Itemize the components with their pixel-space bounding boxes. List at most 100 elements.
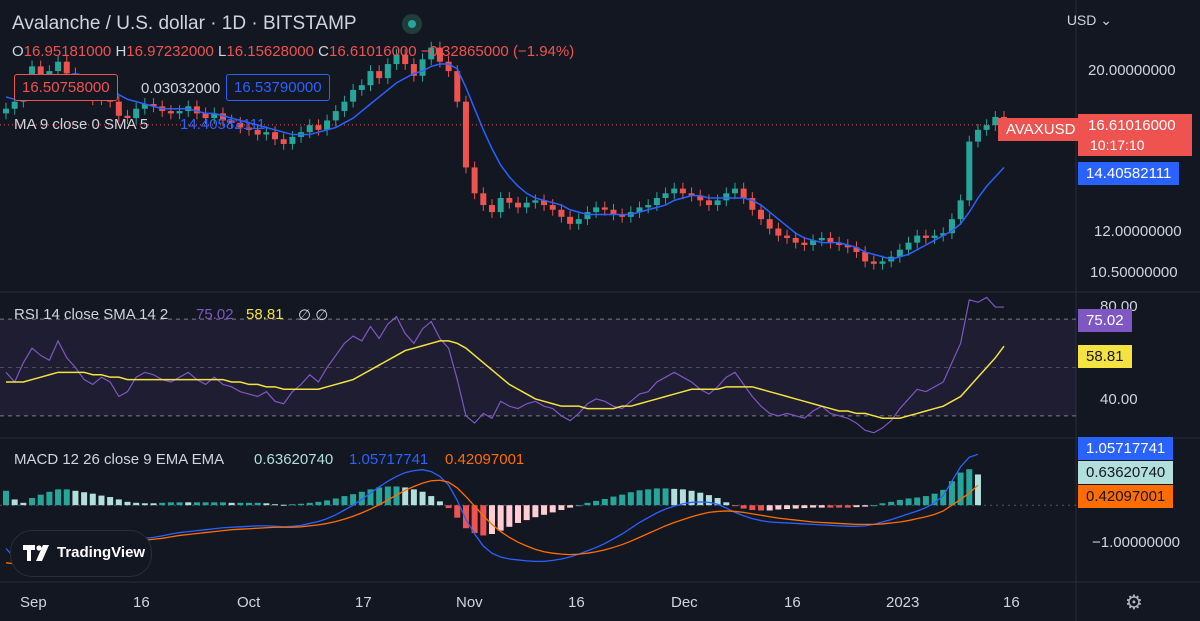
spread-value: 0.03032000 [141,80,221,97]
macd-histogram-bar [428,496,435,506]
ma-indicator-label[interactable]: MA 9 close 0 SMA 5 [14,116,148,133]
macd-indicator-label[interactable]: MACD 12 26 close 9 EMA EMA [14,451,224,468]
chart-stage[interactable]: Avalanche / U.S. dollar · 1D · BITSTAMP … [0,0,1200,621]
macd-histogram-bar [376,487,383,506]
macd-histogram-bar [384,486,391,506]
macd-histogram-bar [810,505,817,508]
macd-histogram-bar [636,490,643,506]
candle-body [532,200,539,203]
macd-histogram-bar [541,505,548,515]
ohlc-readout: O16.95181000 H16.97232000 L16.15628000 C… [12,43,574,60]
macd-histogram-bar [922,496,929,506]
candle-body [974,129,981,142]
candle-body [506,198,513,203]
macd-histogram-bar [98,495,105,506]
candle-body [306,125,313,133]
macd-histogram-bar [263,503,270,506]
macd-hist-tag: 0.63620740 [1078,461,1174,484]
macd-histogram-bar [497,505,504,531]
macd-histogram-bar [601,498,608,506]
macd-histogram-bar [202,502,209,506]
macd-histogram-bar [454,505,461,518]
candle-body [63,61,70,74]
candle-body [445,61,452,72]
macd-histogram-bar [870,505,877,507]
macd-histogram-bar [480,505,487,536]
candle-body [454,71,461,102]
candle-body [792,237,799,243]
candle-body [905,242,912,250]
macd-histogram-bar [410,489,417,506]
candle-body [983,125,990,130]
candle-body [480,193,487,206]
candle-body [515,202,522,208]
macd-histogram-bar [697,492,704,506]
macd-histogram-bar [584,502,591,506]
last-price-value: 16.61016000 [1088,117,1176,134]
macd-histogram-bar [645,489,652,506]
macd-histogram-bar [462,505,469,529]
macd-histogram-bar [272,504,279,506]
currency-selector[interactable]: USD ⌄ [1067,12,1112,29]
macd-histogram-bar [89,493,96,506]
candle-body [567,216,574,224]
candle-body [740,188,747,198]
macd-histogram-bar [55,489,62,506]
macd-histogram-bar [341,496,348,506]
candle-body [714,200,721,206]
candle-body [914,235,921,243]
candle-body [523,202,530,208]
time-tick-oct: Oct [237,594,261,611]
macd-histogram-bar [193,502,200,506]
ohlc-close-key: C [318,43,329,60]
macd-histogram-bar [237,502,244,506]
candle-body [488,205,495,213]
candle-body [419,59,426,76]
candle-body [341,101,348,112]
macd-histogram-bar [37,494,44,506]
macd-histogram-bar [29,498,36,506]
candle-body [272,132,279,140]
macd-histogram-bar [81,492,88,506]
candle-body [645,205,652,208]
macd-histogram-bar [567,505,574,508]
macd-histogram-bar [705,495,712,506]
last-price-tag: 16.61016000 10:17:10 [1078,114,1192,156]
macd-histogram-bar [159,502,166,506]
macd-histogram-bar [63,489,70,506]
macd-histogram-bar [488,505,495,534]
candle-body [558,209,565,217]
candle-body [324,120,331,130]
candle-body [497,198,504,213]
rsi-value: 75.02 [196,306,234,323]
rsi-indicator-label[interactable]: RSI 14 close SMA 14 2 [14,306,168,323]
macd-histogram-bar [766,505,773,511]
candle-body [115,101,122,116]
price-tick-10-5: 10.50000000 [1090,264,1178,281]
candle-body [3,108,9,114]
candle-body [966,141,973,201]
gear-icon[interactable]: ⚙ [1125,590,1143,615]
macd-histogram-bar [289,504,296,506]
candle-body [384,64,391,79]
candle-body [376,71,383,79]
macd-histogram-bar [532,505,539,518]
candle-body [593,207,600,213]
candle-body [549,205,556,210]
time-tick-nov-16: 16 [568,594,585,611]
candle-body [957,200,964,220]
ohlc-low-value: 16.15628000 [226,43,314,60]
buy-button[interactable]: 16.53790000 [226,74,330,101]
symbol-title[interactable]: Avalanche / U.S. dollar · 1D · BITSTAMP [12,13,357,35]
sell-button[interactable]: 16.50758000 [14,74,118,101]
macd-histogram-bar [315,501,322,506]
macd-histogram-bar [558,505,565,510]
macd-histogram-bar [245,502,252,506]
macd-histogram-bar [662,488,669,506]
macd-histogram-bar [801,505,808,509]
candle-body [280,139,287,144]
candle-body [731,188,738,194]
time-tick-jan-16: 16 [1003,594,1020,611]
macd-histogram-bar [107,497,114,506]
tradingview-logo[interactable]: TradingView [10,530,152,577]
